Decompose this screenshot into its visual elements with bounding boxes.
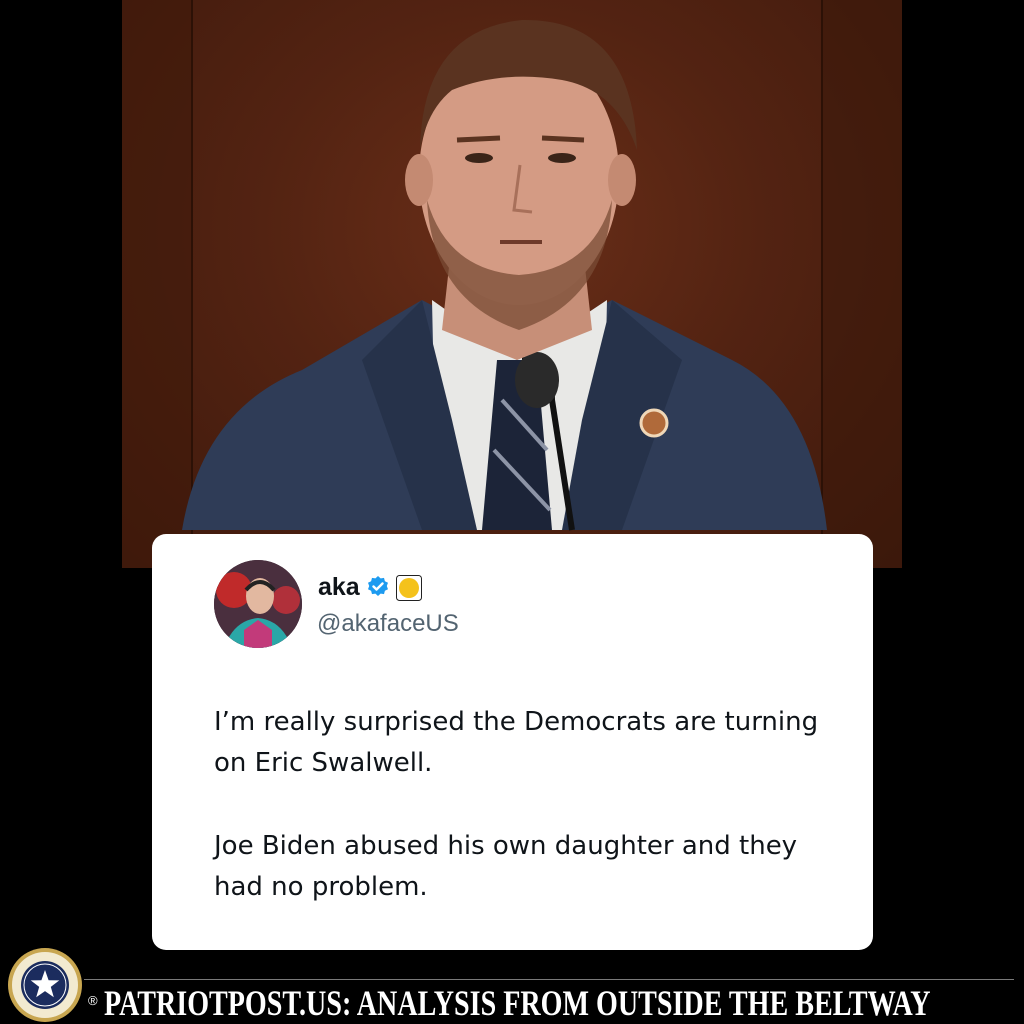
avatar-image [214, 560, 302, 648]
header-photo [122, 0, 902, 568]
user-handle[interactable]: @akafaceUS [317, 610, 459, 638]
tweet-card[interactable]: aka @akafaceUS I’m really surprised the … [152, 534, 873, 950]
tweet-paragraph: I’m really surprised the Democrats are t… [214, 707, 819, 778]
yellow-circle-badge-icon [395, 575, 422, 601]
footer-divider [84, 979, 1014, 980]
man-in-suit-photo [122, 0, 902, 568]
avatar[interactable] [214, 560, 302, 648]
tweet-paragraph: Joe Biden abused his own daughter and th… [214, 831, 798, 902]
footer-tagline[interactable]: PATRIOTPOST.US: ANALYSIS FROM OUTSIDE TH… [104, 983, 931, 1023]
verified-badge-icon [366, 575, 390, 599]
registered-mark: ® [88, 993, 98, 1008]
display-name-row: aka [318, 570, 422, 604]
display-name[interactable]: aka [318, 573, 360, 602]
patriot-post-seal-icon [6, 946, 84, 1024]
tweet-text: I’m really surprised the Democrats are t… [214, 702, 834, 908]
